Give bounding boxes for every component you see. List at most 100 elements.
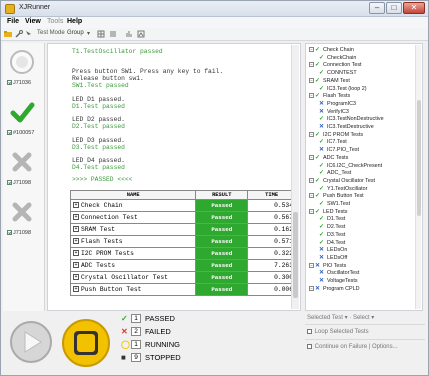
menu-tools[interactable]: Tools — [47, 18, 63, 25]
collapse-icon[interactable]: − — [309, 262, 314, 268]
menu-file[interactable]: File — [7, 18, 19, 25]
tree-item[interactable]: ✕ LEDsOn — [319, 246, 347, 253]
expand-icon[interactable]: + — [73, 286, 79, 293]
expand-icon[interactable]: + — [73, 274, 79, 281]
collapse-icon[interactable]: − — [309, 285, 314, 291]
row-time: 0.300 — [247, 271, 296, 284]
tree-item[interactable]: ✕ IC3.TestDestructive — [319, 123, 374, 130]
row-time: 0.567 — [247, 211, 296, 224]
chevron-down-icon[interactable]: ▾ — [371, 315, 374, 321]
expand-icon[interactable]: + — [73, 226, 79, 233]
chart-icon[interactable] — [125, 30, 133, 38]
continue-checkbox[interactable] — [307, 344, 312, 349]
collapse-icon[interactable]: − — [309, 131, 314, 137]
tree-item[interactable]: ✓ IC6.I2C_CheckPresent — [319, 162, 382, 169]
open-folder-icon[interactable] — [4, 30, 12, 38]
collapse-icon[interactable]: − — [309, 208, 314, 214]
cursor-icon[interactable] — [25, 30, 33, 38]
tree-item[interactable]: − ✓ SRAM Test — [309, 77, 350, 84]
tree-item-label: SRAM Test — [323, 77, 350, 84]
tree-item[interactable]: ✕ VerifyIC3 — [319, 108, 349, 115]
wrench-icon[interactable] — [15, 30, 23, 38]
tree-item[interactable]: − ✕ PIO Tests — [309, 262, 346, 269]
tree-item[interactable]: ✓ D3.Test — [319, 231, 345, 238]
step-3-checkbox[interactable] — [7, 180, 12, 186]
chevron-down-icon[interactable]: ▾ · — [345, 315, 353, 321]
menu-view[interactable]: View — [25, 18, 41, 25]
check-icon: ✓ — [319, 216, 325, 223]
tree-item[interactable]: ✓ SW1.Test — [319, 200, 350, 207]
step-4[interactable]: J71098 — [7, 199, 37, 236]
close-button[interactable]: ✕ — [403, 2, 425, 14]
minimize-button[interactable]: – — [369, 2, 385, 14]
run-button[interactable] — [9, 320, 53, 364]
selected-test-dropdown[interactable]: Selected Test — [307, 315, 343, 321]
collapse-icon[interactable]: − — [309, 47, 314, 53]
expand-icon[interactable]: + — [73, 262, 79, 269]
tree-item[interactable]: ✓ D4.Test — [319, 239, 345, 246]
step-2-checkbox[interactable] — [7, 130, 12, 136]
expand-icon[interactable]: + — [73, 202, 79, 209]
tree-item[interactable]: ✕ VoltageTests — [319, 277, 358, 284]
image-icon[interactable] — [137, 30, 145, 38]
collapse-icon[interactable]: − — [309, 93, 314, 99]
loop-checkbox[interactable] — [307, 329, 312, 334]
tree-item[interactable]: − ✓ LED Tests — [309, 208, 347, 215]
tree-item[interactable]: ✓ CONNTEST — [319, 69, 357, 76]
collapse-icon[interactable]: − — [309, 77, 314, 83]
tree-item[interactable]: ✓ IC3.Test (loop 2) — [319, 85, 367, 92]
tree-item[interactable]: − ✓ Flash Tests — [309, 92, 350, 99]
list-icon[interactable] — [109, 30, 117, 38]
collapse-icon[interactable]: − — [309, 177, 314, 183]
test-mode-select[interactable]: Group — [67, 30, 84, 36]
table-row: + SRAM Test Passed 0.162 — [69, 223, 296, 236]
tree-item[interactable]: ✕ OscillatorTest — [319, 269, 359, 276]
tree-item[interactable]: ✓ IC3.TestNonDestructive — [319, 115, 384, 122]
tree-item-label: CheckChain — [327, 54, 357, 61]
tree-item[interactable]: − ✓ Check Chain — [309, 46, 354, 53]
tree-scroll-thumb[interactable] — [417, 100, 421, 216]
dropdown-arrow-icon[interactable]: ▾ — [87, 30, 90, 37]
tree-item[interactable]: ✕ ProgramIC3 — [319, 100, 356, 107]
expand-icon[interactable]: + — [73, 214, 79, 221]
tree-item[interactable]: − ✓ ADC Tests — [309, 154, 348, 161]
grid-icon[interactable] — [97, 30, 105, 38]
stop-square-icon: ■ — [121, 353, 126, 362]
step-1[interactable]: J71036 — [7, 49, 37, 86]
tree-item[interactable]: ✕ LEDsOff — [319, 254, 347, 261]
tree-item[interactable]: ✓ CheckChain — [319, 54, 356, 61]
tree-item[interactable]: ✕ IC7.PIO_Test — [319, 146, 359, 153]
tree-item[interactable]: ✓ IC7.Test — [319, 138, 347, 145]
maximize-button[interactable]: □ — [386, 2, 402, 14]
collapse-icon[interactable]: − — [309, 154, 314, 160]
collapse-icon[interactable]: − — [309, 62, 314, 68]
stop-button[interactable] — [61, 318, 111, 368]
tree-item[interactable]: − ✓ Crystal Oscillator Test — [309, 177, 375, 184]
tree-item-label: ADC_Test — [327, 170, 352, 177]
tree-item[interactable]: ✓ D2.Test — [319, 223, 345, 230]
tree-item[interactable]: ✓ ADC_Test — [319, 169, 351, 176]
step-4-checkbox[interactable] — [7, 230, 12, 236]
step-1-checkbox[interactable] — [7, 80, 12, 86]
console-line: D3.Test passed — [72, 144, 125, 151]
tree-item[interactable]: ✓ Y1.TestOscillator — [319, 185, 367, 192]
x-icon: ✕ — [319, 247, 325, 254]
select-dropdown[interactable]: Select — [353, 315, 370, 321]
tree-item[interactable]: − ✓ I2C PROM Tests — [309, 131, 363, 138]
collapse-icon[interactable]: − — [309, 193, 314, 199]
tree-item[interactable]: ✓ D1.Test — [319, 215, 345, 222]
step-2[interactable]: #100057 — [7, 99, 37, 136]
tree-item[interactable]: − ✕ Program CPLD — [309, 285, 360, 292]
tree-item[interactable]: − ✓ Connection Test — [309, 61, 362, 68]
menu-help[interactable]: Help — [67, 18, 82, 25]
tree-item-label: IC7.Test — [327, 139, 347, 146]
console-scroll-thumb[interactable] — [293, 212, 298, 298]
console-output[interactable]: T1.TestOscillator passed Press button SW… — [47, 43, 301, 311]
row-name: ADC Tests — [81, 262, 116, 269]
app-window: XJRunner – □ ✕ File View Tools Help Test… — [0, 0, 429, 376]
step-3[interactable]: J71098 — [7, 149, 37, 186]
tree-item[interactable]: − ✓ Push Button Test — [309, 192, 364, 199]
options-link[interactable]: Options... — [372, 344, 398, 350]
expand-icon[interactable]: + — [73, 250, 79, 257]
expand-icon[interactable]: + — [73, 238, 79, 245]
